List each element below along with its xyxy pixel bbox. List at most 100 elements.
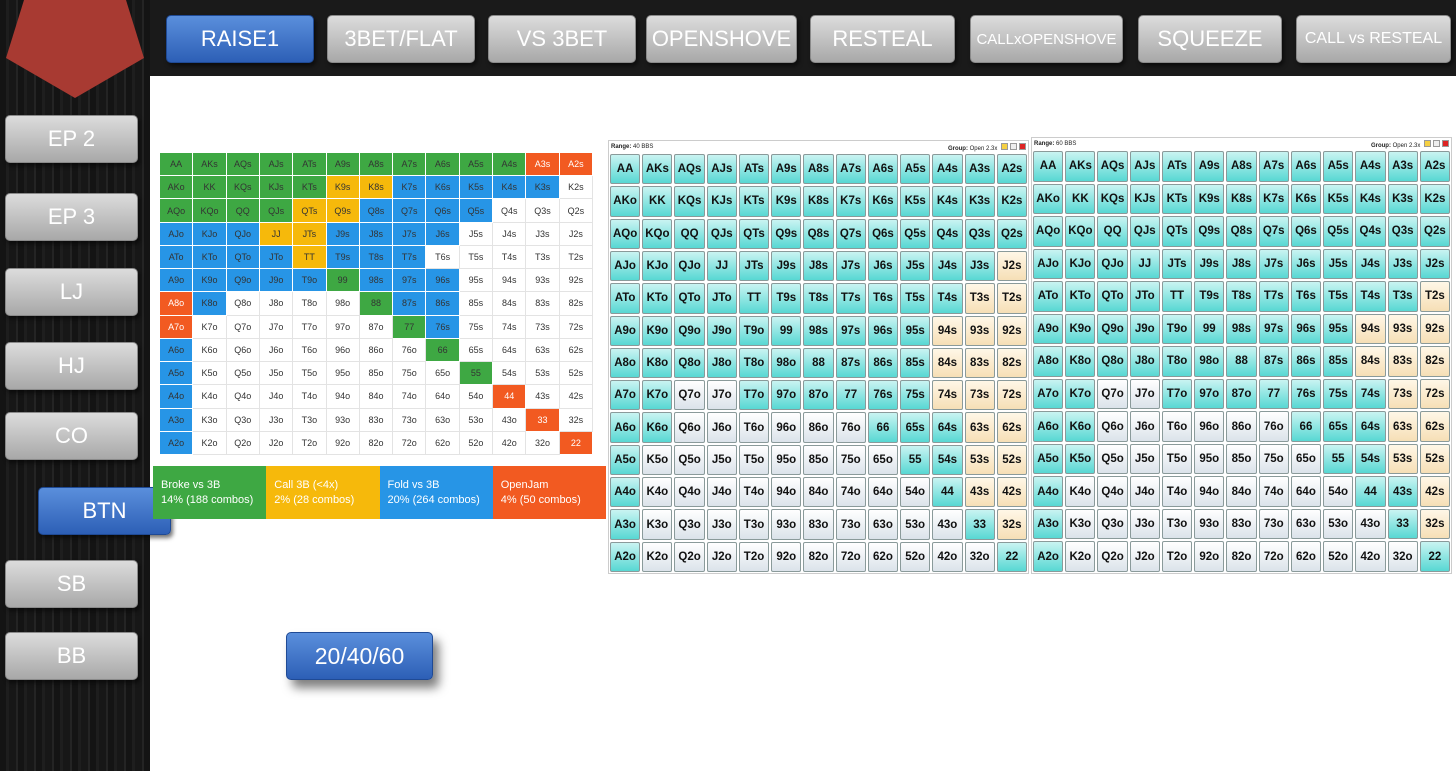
hand-cell[interactable]: 66 xyxy=(867,412,899,443)
hand-cell[interactable]: J5o xyxy=(706,444,737,476)
hand-cell[interactable]: 33 xyxy=(964,509,995,540)
hand-cell[interactable]: A5s xyxy=(900,154,931,185)
tab-raise1[interactable]: RAISE1 xyxy=(166,15,314,63)
hand-cell[interactable]: A6o xyxy=(1033,411,1064,442)
hand-cell[interactable]: A3s xyxy=(1387,151,1418,182)
hand-cell[interactable]: J2o xyxy=(706,541,737,572)
hand-cell[interactable]: A7s xyxy=(1258,151,1289,182)
hand-cell[interactable]: T4s xyxy=(932,283,963,314)
hand-cell[interactable]: A9s xyxy=(771,154,802,185)
hand-cell[interactable]: T7o xyxy=(1161,378,1193,410)
hand-cell[interactable]: Q9s xyxy=(1194,216,1225,247)
hand-cell[interactable]: Q5s xyxy=(900,218,931,249)
hand-cell[interactable]: Q5s xyxy=(1323,216,1354,247)
hand-cell[interactable]: T5s xyxy=(1323,281,1354,312)
hand-cell[interactable]: 55 xyxy=(1323,443,1354,475)
hand-cell[interactable]: AKs xyxy=(1065,151,1096,182)
hand-cell[interactable]: 83s xyxy=(1387,346,1418,377)
hand-cell[interactable]: T9s xyxy=(1194,281,1225,312)
hand-cell[interactable]: 77 xyxy=(835,380,866,411)
hand-cell[interactable]: 54o xyxy=(1323,476,1354,507)
hand-cell[interactable]: T2o xyxy=(738,541,770,572)
hand-cell[interactable]: 99 xyxy=(1194,313,1225,345)
hand-cell[interactable]: ATs xyxy=(738,154,770,185)
hand-cell[interactable]: AJs xyxy=(1129,151,1160,182)
hand-cell[interactable]: K7o xyxy=(1065,378,1096,410)
hand-cell[interactable]: A9o xyxy=(610,315,641,346)
hand-cell[interactable]: AJo xyxy=(610,250,641,282)
hand-cell[interactable]: J8s xyxy=(803,250,834,282)
hand-cell[interactable]: T6o xyxy=(738,412,770,443)
hand-cell[interactable]: 72o xyxy=(835,541,866,572)
hand-cell[interactable]: A2o xyxy=(610,541,641,572)
hand-cell[interactable]: T9o xyxy=(738,315,770,346)
hand-cell[interactable]: K9o xyxy=(642,315,673,346)
hand-cell[interactable]: J8o xyxy=(706,347,737,379)
hand-cell[interactable]: T6s xyxy=(867,283,899,314)
hand-cell[interactable]: 86s xyxy=(1290,346,1322,377)
hand-cell[interactable]: K2s xyxy=(996,186,1027,217)
hand-cell[interactable]: 76o xyxy=(835,412,866,443)
hand-cell[interactable]: 43o xyxy=(1355,508,1386,540)
hand-cell[interactable]: A4s xyxy=(1355,151,1386,182)
hand-cell[interactable]: QJs xyxy=(1129,216,1160,247)
hand-cell[interactable]: J6o xyxy=(706,412,737,443)
hand-cell[interactable]: 98o xyxy=(771,347,802,379)
hand-cell[interactable]: 82o xyxy=(1226,541,1257,572)
hand-cell[interactable]: 98s xyxy=(1226,313,1257,345)
hand-cell[interactable]: 64s xyxy=(932,412,963,443)
position-co-button[interactable]: CO xyxy=(5,412,138,460)
hand-cell[interactable]: 85o xyxy=(803,444,834,476)
hand-cell[interactable]: A7o xyxy=(1033,378,1064,410)
hand-cell[interactable]: Q6o xyxy=(674,412,705,443)
hand-cell[interactable]: 54o xyxy=(900,477,931,508)
hand-cell[interactable]: 65o xyxy=(867,444,899,476)
hand-cell[interactable]: 32s xyxy=(996,509,1027,540)
hand-cell[interactable]: 53o xyxy=(1323,508,1354,540)
hand-cell[interactable]: A7s xyxy=(835,154,866,185)
hand-cell[interactable]: 85s xyxy=(1323,346,1354,377)
hand-cell[interactable]: A5s xyxy=(1323,151,1354,182)
tools-icon[interactable] xyxy=(1433,139,1440,147)
hand-cell[interactable]: 63o xyxy=(1290,508,1322,540)
hand-cell[interactable]: KJo xyxy=(1065,248,1096,280)
hand-cell[interactable]: 98o xyxy=(1194,346,1225,377)
hand-cell[interactable]: K5o xyxy=(1065,443,1096,475)
hand-cell[interactable]: 92o xyxy=(771,541,802,572)
hand-cell[interactable]: Q9s xyxy=(771,218,802,249)
hand-cell[interactable]: 72s xyxy=(1419,378,1450,410)
hand-cell[interactable]: 83s xyxy=(964,347,995,379)
hand-cell[interactable]: K4o xyxy=(642,477,673,508)
hand-cell[interactable]: K9s xyxy=(1194,183,1225,215)
hand-cell[interactable]: T2o xyxy=(1161,541,1193,572)
hand-cell[interactable]: 72s xyxy=(996,380,1027,411)
hand-cell[interactable]: T7o xyxy=(738,380,770,411)
hand-cell[interactable]: A6s xyxy=(1290,151,1322,182)
hand-cell[interactable]: Q7s xyxy=(835,218,866,249)
hand-cell[interactable]: Q3s xyxy=(964,218,995,249)
hand-cell[interactable]: J4o xyxy=(706,477,737,508)
hand-cell[interactable]: T5o xyxy=(738,444,770,476)
hand-cell[interactable]: A2s xyxy=(1419,151,1450,182)
hand-cell[interactable]: 52s xyxy=(996,444,1027,476)
hand-cell[interactable]: K6o xyxy=(1065,411,1096,442)
hand-cell[interactable]: Q2o xyxy=(674,541,705,572)
hand-cell[interactable]: ATo xyxy=(610,283,641,314)
hand-cell[interactable]: A3o xyxy=(1033,508,1064,540)
hand-cell[interactable]: A4o xyxy=(1033,476,1064,507)
hand-cell[interactable]: T2s xyxy=(1419,281,1450,312)
hand-cell[interactable]: 94o xyxy=(771,477,802,508)
hand-cell[interactable]: T5o xyxy=(1161,443,1193,475)
hand-cell[interactable]: 33 xyxy=(1387,508,1418,540)
hand-cell[interactable]: 99 xyxy=(771,315,802,346)
hand-cell[interactable]: T6o xyxy=(1161,411,1193,442)
tools-icon[interactable] xyxy=(1010,142,1017,150)
hand-cell[interactable]: 72o xyxy=(1258,541,1289,572)
hand-cell[interactable]: 42s xyxy=(996,477,1027,508)
hand-cell[interactable]: 96o xyxy=(1194,411,1225,442)
hand-cell[interactable]: 87s xyxy=(835,347,866,379)
hand-cell[interactable]: J6s xyxy=(867,250,899,282)
hand-cell[interactable]: J5s xyxy=(900,250,931,282)
hand-cell[interactable]: 74s xyxy=(1355,378,1386,410)
hand-cell[interactable]: Q6s xyxy=(867,218,899,249)
